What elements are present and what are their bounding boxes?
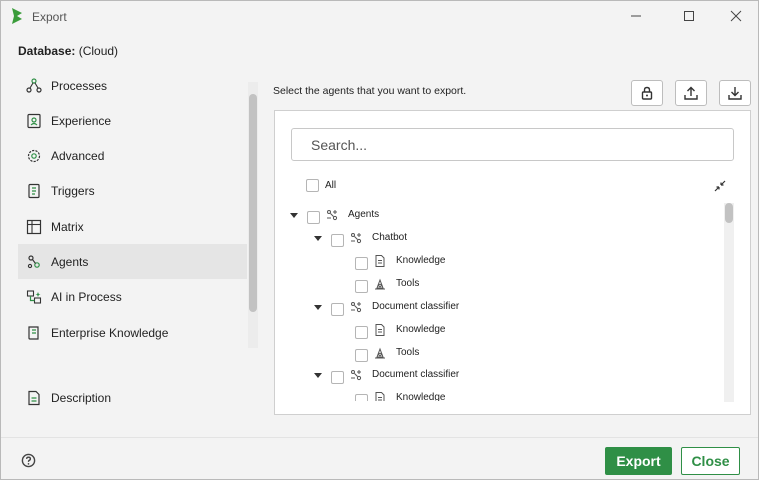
download-button[interactable] <box>719 80 751 106</box>
help-icon[interactable] <box>21 453 36 468</box>
sidebar-item-label: AI in Process <box>51 289 122 304</box>
sidebar-item-agents[interactable]: Agents <box>18 244 247 279</box>
tree-item-label: Tools <box>396 347 420 358</box>
close-window-button[interactable] <box>721 4 751 28</box>
knowledge-book-icon <box>26 325 42 341</box>
tree-checkbox[interactable] <box>355 257 368 270</box>
select-all-label: All <box>325 180 337 191</box>
sidebar: Processes Experience Advanced Triggers M… <box>18 68 247 380</box>
database-label: Database: (Cloud) <box>18 44 118 58</box>
sidebar-item-label: Description <box>51 390 112 405</box>
database-label-value: (Cloud) <box>78 44 119 58</box>
agents-tree-panel: All Agents Chatbot Knowledge Tools <box>274 110 751 415</box>
lock-icon <box>641 86 653 100</box>
tree-checkbox[interactable] <box>307 211 320 224</box>
expand-caret[interactable] <box>290 213 298 218</box>
tools-icon <box>375 278 385 290</box>
tree-item-label: Agents <box>348 209 380 220</box>
app-logo-icon <box>12 8 22 24</box>
tree-scroll-thumb[interactable] <box>725 203 733 223</box>
tree-checkbox[interactable] <box>331 234 344 247</box>
tree-checkbox[interactable] <box>355 394 368 401</box>
sidebar-item-label: Processes <box>51 78 108 93</box>
close-icon <box>730 10 742 22</box>
database-label-key: Database: <box>18 44 76 58</box>
tree-checkbox[interactable] <box>331 371 344 384</box>
sidebar-item-label: Experience <box>51 113 112 128</box>
export-dialog: Export Database: (Cloud) Processes Exper… <box>0 0 759 480</box>
title-bar: Export <box>1 1 758 32</box>
expand-caret[interactable] <box>314 305 322 310</box>
tree-item-label: Document classifier <box>372 301 460 312</box>
tree-item-label: Knowledge <box>396 324 446 335</box>
document-icon <box>375 392 385 401</box>
agent-icon <box>327 210 338 221</box>
tree-item-label: Document classifier <box>372 369 460 380</box>
matrix-icon <box>26 219 42 235</box>
collapse-all-icon[interactable] <box>714 180 726 192</box>
expand-caret[interactable] <box>314 236 322 241</box>
maximize-icon <box>684 11 694 21</box>
sidebar-scroll-thumb[interactable] <box>249 94 257 312</box>
tree-item-label: Knowledge <box>396 255 446 266</box>
agent-icon <box>351 370 362 381</box>
sidebar-item-processes[interactable]: Processes <box>18 68 247 103</box>
agents-icon <box>26 254 42 270</box>
triggers-icon <box>26 183 42 199</box>
experience-icon <box>26 113 42 129</box>
tree-item-label: Knowledge <box>396 392 446 401</box>
sidebar-item-experience[interactable]: Experience <box>18 103 247 138</box>
sidebar-item-label: Enterprise Knowledge <box>51 325 169 340</box>
sidebar-item-label: Triggers <box>51 183 95 198</box>
sidebar-scrollbar[interactable] <box>248 82 258 348</box>
agent-icon <box>351 302 362 313</box>
search-input[interactable] <box>291 128 734 161</box>
tree-checkbox[interactable] <box>355 326 368 339</box>
document-icon <box>375 255 385 267</box>
instruction-text: Select the agents that you want to expor… <box>273 85 467 97</box>
sidebar-item-label: Advanced <box>51 148 105 163</box>
download-icon <box>728 87 742 100</box>
tree-checkbox[interactable] <box>331 303 344 316</box>
agent-icon <box>351 233 362 244</box>
gear-icon <box>26 148 42 164</box>
sidebar-item-ai-in-process[interactable]: AI in Process <box>18 279 247 314</box>
minimize-button[interactable] <box>621 4 651 28</box>
window-title: Export <box>32 10 67 24</box>
dialog-footer: Export Close <box>1 437 758 479</box>
sidebar-item-matrix[interactable]: Matrix <box>18 209 247 244</box>
ai-process-icon <box>26 289 42 305</box>
sidebar-item-triggers[interactable]: Triggers <box>18 173 247 208</box>
sidebar-item-advanced[interactable]: Advanced <box>18 138 247 173</box>
lock-button[interactable] <box>631 80 663 106</box>
maximize-button[interactable] <box>674 4 704 28</box>
document-icon <box>26 390 42 406</box>
tree-clip: Knowledge <box>275 387 715 401</box>
sidebar-item-description[interactable]: Description <box>18 380 247 415</box>
processes-icon <box>26 77 42 94</box>
tree-checkbox[interactable] <box>355 349 368 362</box>
tools-icon <box>375 347 385 359</box>
expand-caret[interactable] <box>314 373 322 378</box>
tree-scrollbar[interactable] <box>724 203 734 402</box>
document-icon <box>375 324 385 336</box>
tree-item-label: Chatbot <box>372 232 408 243</box>
sidebar-item-label: Matrix <box>51 219 84 234</box>
upload-icon <box>684 86 698 100</box>
close-button[interactable]: Close <box>681 447 740 475</box>
minimize-icon <box>631 15 641 17</box>
sidebar-item-label: Agents <box>51 254 89 269</box>
upload-button[interactable] <box>675 80 707 106</box>
tree-checkbox[interactable] <box>355 280 368 293</box>
export-button[interactable]: Export <box>605 447 672 475</box>
dialog-content: Database: (Cloud) Processes Experience A… <box>1 32 758 437</box>
sidebar-item-enterprise-knowledge[interactable]: Enterprise Knowledge <box>18 315 247 350</box>
select-all-checkbox[interactable] <box>306 179 319 192</box>
tree-item-label: Tools <box>396 278 420 289</box>
